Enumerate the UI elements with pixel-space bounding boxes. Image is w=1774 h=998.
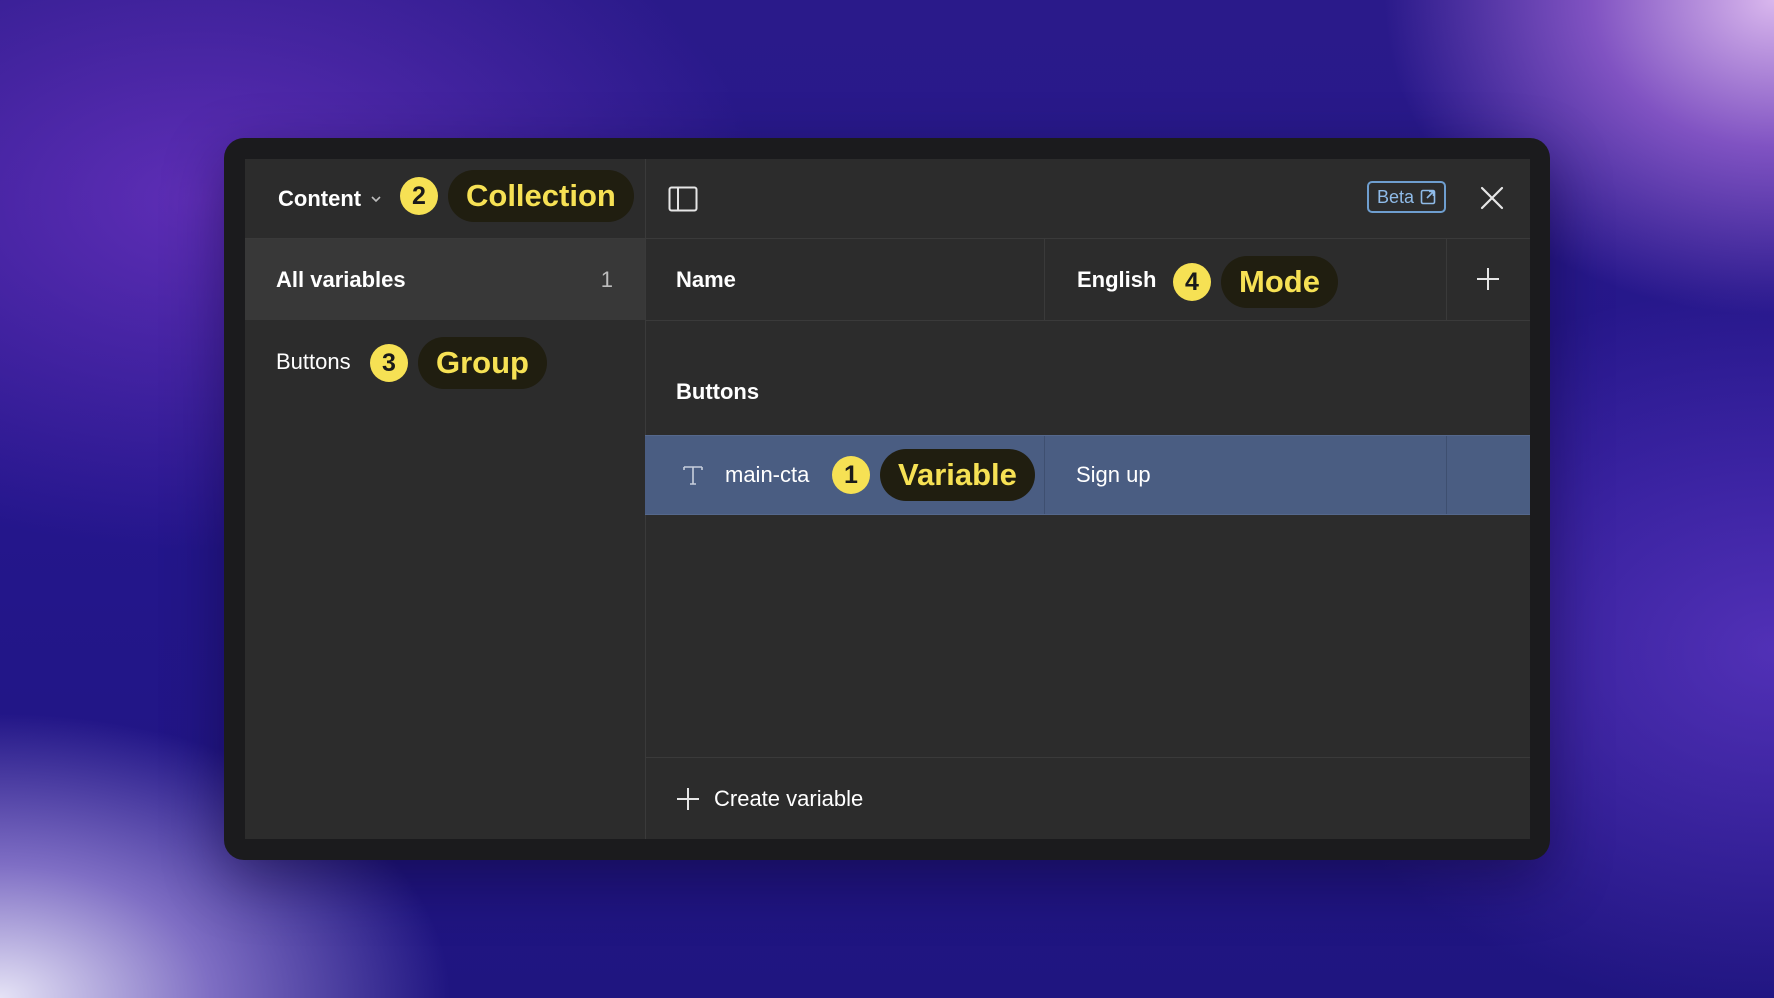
sidebar-item-all-variables[interactable]: All variables 1 <box>245 239 645 320</box>
group-heading: Buttons <box>676 379 760 404</box>
sidebar: Content All variables 1 Buttons <box>245 159 646 839</box>
callout-label: Collection <box>448 170 634 222</box>
table-row[interactable]: main-cta Sign up <box>645 435 1530 515</box>
mode-name: English <box>1077 266 1157 292</box>
external-link-icon <box>1420 189 1436 205</box>
create-variable-button[interactable]: Create variable <box>645 757 1530 839</box>
topbar: Beta <box>645 159 1530 239</box>
callout-label: Variable <box>880 449 1035 501</box>
callout-number: 3 <box>370 344 408 382</box>
callout-variable: 1 Variable <box>832 449 1035 501</box>
all-variables-count: 1 <box>600 266 613 292</box>
callout-number: 4 <box>1173 263 1211 301</box>
beta-link-button[interactable]: Beta <box>1367 181 1447 213</box>
callout-number: 2 <box>400 177 438 215</box>
text-type-icon <box>683 466 703 485</box>
table-header: Name English <box>645 239 1530 321</box>
variable-value: Sign up <box>1076 462 1151 487</box>
group-label: Buttons <box>276 349 351 374</box>
sidebar-toggle-icon[interactable] <box>667 183 699 215</box>
variable-name: main-cta <box>725 462 810 487</box>
beta-label: Beta <box>1377 186 1415 207</box>
name-column-header: Name <box>645 239 1045 320</box>
callout-collection: 2 Collection <box>400 170 634 222</box>
collection-name: Content <box>278 185 362 211</box>
main-panel: Beta Name English Buttons main-cta Sign … <box>645 159 1530 839</box>
add-mode-icon[interactable] <box>1475 266 1501 292</box>
callout-number: 1 <box>832 456 870 494</box>
callout-group: 3 Group <box>370 337 547 389</box>
callout-mode: 4 Mode <box>1173 256 1338 308</box>
close-icon[interactable] <box>1477 183 1507 213</box>
callout-label: Mode <box>1221 256 1338 308</box>
collection-dropdown[interactable]: Content <box>278 186 383 212</box>
all-variables-label: All variables <box>276 266 406 292</box>
plus-icon <box>677 787 699 810</box>
variable-value-cell[interactable]: Sign up <box>1045 436 1447 514</box>
create-variable-label: Create variable <box>714 785 864 811</box>
chevron-down-icon <box>371 195 381 202</box>
callout-label: Group <box>418 337 547 389</box>
